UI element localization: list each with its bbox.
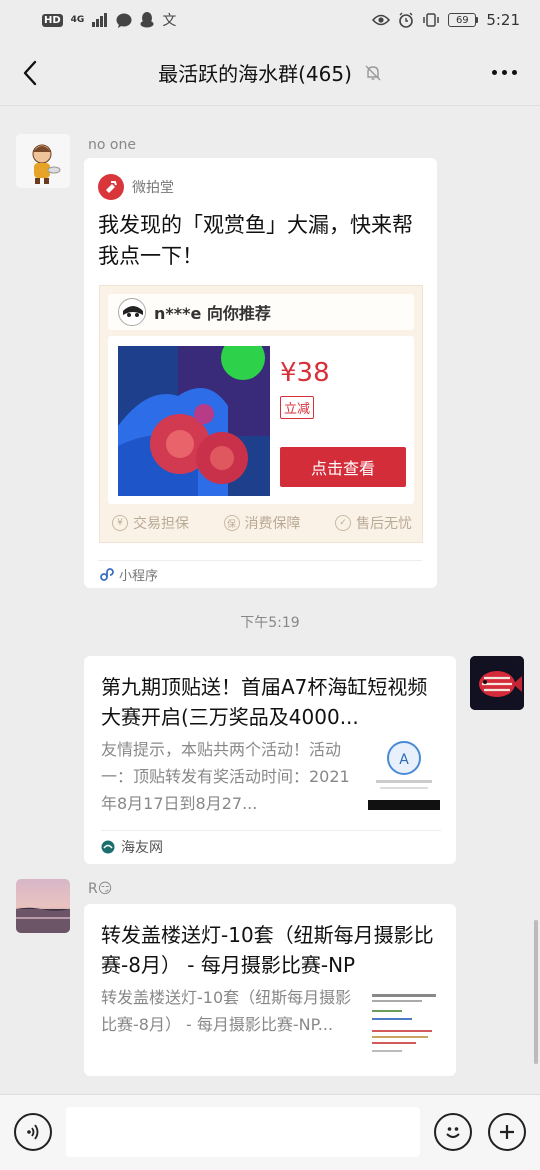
weipaitang-logo-icon — [98, 174, 124, 200]
emoji-button[interactable] — [434, 1113, 472, 1151]
message-timestamp: 下午5:19 — [240, 615, 300, 631]
coral-product-photo — [118, 346, 270, 496]
link-description: 转发盖楼送灯-10套（纽斯每月摄影比赛-8月） - 每月摄影比赛-NP... — [101, 988, 352, 1034]
network-indicator: 4G — [70, 14, 85, 25]
svg-text:A: A — [399, 752, 409, 768]
guarantee-item: 保消费保障 — [223, 513, 301, 533]
dot — [511, 69, 517, 75]
add-more-button[interactable] — [488, 1113, 526, 1151]
signal-icon — [92, 13, 108, 27]
vibrate-icon — [423, 13, 440, 27]
message-input[interactable] — [66, 1107, 420, 1157]
haiyou-logo-icon — [101, 840, 115, 854]
cartoon-avatar-image — [16, 134, 70, 188]
mini-program-preview: n***e 向你推荐 ¥38 立减 点击查看 ¥ 交易担保 保 消费保障 ✓ 售… — [99, 285, 423, 543]
guarantee-item: ¥ 交易担保 — [112, 513, 189, 533]
sender-name: no one — [88, 137, 136, 153]
back-button[interactable] — [16, 58, 44, 88]
thumbs-up-icon: ✓ — [335, 515, 351, 531]
input-bar — [0, 1094, 540, 1170]
link-thumbnail: A — [368, 738, 440, 810]
discount-tag: 立减 — [280, 396, 315, 419]
scrollbar[interactable] — [534, 920, 538, 1064]
link-source: 海友网 — [101, 837, 163, 857]
chat-bubble-icon — [116, 13, 132, 28]
product-panel: ¥38 立减 点击查看 — [108, 336, 414, 504]
link-card-forward[interactable]: 转发盖楼送灯-10套（纽斯每月摄影比赛-8月） - 每月摄影比赛-NP 转发盖楼… — [84, 904, 456, 1076]
mini-program-footer: 小程序 — [100, 565, 158, 584]
recommender-text: n***e 向你推荐 — [154, 304, 271, 323]
status-bar: HD 4G 文 69 5:21 — [0, 0, 540, 40]
avatar-self[interactable] — [470, 656, 524, 710]
battery-icon: 69 — [448, 13, 479, 27]
product-price: ¥38 — [280, 358, 330, 388]
link-title: 第九期顶贴送！首届A7杯海缸短视频大赛开启(三万奖品及4000... — [101, 675, 428, 729]
voice-input-button[interactable] — [14, 1113, 52, 1151]
recommender-avatar — [118, 298, 146, 326]
mini-program-card[interactable]: 微拍堂 我发现的「观赏鱼」大漏，快来帮我点一下！ n***e 向你推荐 ¥38 … — [84, 158, 437, 588]
battery-level: 69 — [455, 14, 469, 26]
avatar-no-one[interactable] — [16, 134, 70, 188]
hd-badge: HD — [42, 13, 63, 27]
recommender-bar: n***e 向你推荐 — [108, 294, 414, 330]
mini-program-source: 微拍堂 — [132, 180, 174, 196]
link-title: 转发盖楼送灯-10套（纽斯每月摄影比赛-8月） - 每月摄影比赛-NP — [101, 923, 434, 977]
yen-shield-icon: ¥ — [112, 515, 128, 531]
link-source-label: 海友网 — [121, 840, 163, 856]
dot — [501, 69, 507, 75]
dot — [491, 69, 497, 75]
chat-title: 最活跃的海水群(465) — [158, 62, 352, 86]
translate-icon: 文 — [162, 13, 177, 29]
mini-program-title: 我发现的「观赏鱼」大漏，快来帮我点一下！ — [98, 213, 413, 268]
link-description: 友情提示，本贴共两个活动！活动一：顶贴转发有奖活动时间：2021年8月17日到8… — [101, 740, 350, 813]
sender-name: R😏 — [88, 881, 113, 897]
guarantee-row: ¥ 交易担保 保消费保障 ✓ 售后无忧 — [112, 512, 412, 534]
more-options-button[interactable] — [488, 62, 520, 82]
avatar-r[interactable] — [16, 879, 70, 933]
chat-header: 最活跃的海水群(465) — [0, 40, 540, 106]
divider — [98, 560, 422, 561]
protect-icon: 保 — [223, 515, 240, 531]
mini-program-label: 小程序 — [119, 569, 159, 584]
clock-time: 5:21 — [486, 11, 520, 29]
alarm-icon — [399, 12, 414, 28]
link-thumbnail — [368, 988, 440, 1060]
fish-avatar-image — [470, 656, 524, 710]
divider — [101, 830, 441, 831]
guarantee-item: ✓ 售后无忧 — [335, 513, 412, 533]
sunset-avatar-image — [16, 879, 70, 933]
eye-icon — [372, 14, 391, 26]
mini-program-icon — [100, 567, 114, 581]
penguin-icon — [140, 12, 154, 28]
view-product-button[interactable]: 点击查看 — [280, 447, 406, 487]
voice-icon — [27, 1124, 39, 1140]
link-card-haiyou[interactable]: 第九期顶贴送！首届A7杯海缸短视频大赛开启(三万奖品及4000... 友情提示，… — [84, 656, 456, 864]
smile-icon — [446, 1127, 460, 1138]
plus-icon — [500, 1125, 514, 1139]
back-arrow-icon — [23, 60, 37, 86]
mute-bell-icon — [365, 65, 381, 80]
